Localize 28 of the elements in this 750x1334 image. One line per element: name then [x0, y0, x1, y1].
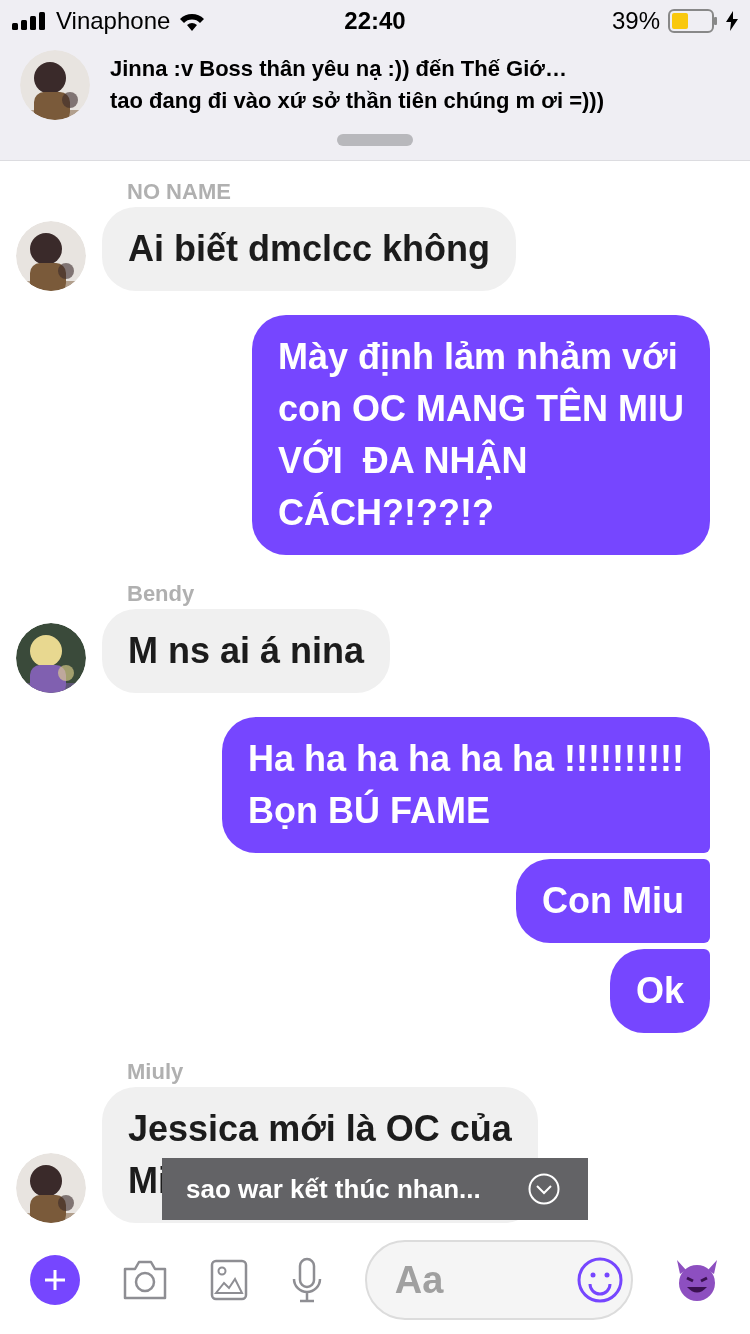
toast[interactable]: sao war kết thúc nhan...	[162, 1158, 588, 1220]
grabber-handle[interactable]	[337, 134, 413, 146]
plus-icon	[43, 1268, 67, 1292]
sender-name: NO NAME	[127, 179, 232, 205]
message-bubble: Ok	[609, 949, 710, 1033]
chevron-down-icon	[528, 1173, 560, 1205]
clock: 22:40	[344, 6, 406, 36]
smiley-icon[interactable]	[576, 1257, 623, 1303]
carrier-name: Vinaphone	[56, 6, 171, 36]
notification-title: Jinna :v Boss thân yêu nạ :)) đến Thế Giớ…	[110, 55, 568, 83]
message-input[interactable]: Aa	[394, 1251, 545, 1309]
signal-icon	[12, 12, 48, 30]
add-button[interactable]	[30, 1255, 80, 1305]
message-bubble: M ns ai á nina	[102, 609, 391, 693]
message-field[interactable]: Aa	[364, 1240, 633, 1320]
message-bubble: Con Miu	[516, 859, 710, 943]
message-bubble: Ha ha ha ha ha ha !!!!!!!!!! Bọn BÚ FAME	[222, 717, 710, 853]
image-icon[interactable]	[210, 1259, 249, 1301]
battery-icon	[668, 9, 718, 33]
message-bubble: Mày định lảm nhảm với con OC MANG TÊN MIU VỚI ĐA NHẬN CÁCH?!??!?	[252, 315, 710, 555]
toast-text: sao war kết thúc nhan...	[186, 1172, 481, 1206]
charging-icon	[726, 11, 738, 31]
wifi-icon	[178, 11, 207, 31]
notification-body: tao đang đi vào xứ sở thần tiên chúng m ơi =)))	[110, 87, 604, 115]
battery-percent: 39%	[611, 6, 660, 36]
message-bubble: Ai biết dmclcc không	[102, 207, 517, 291]
sender-name: Miuly	[127, 1059, 185, 1085]
sender-name: Bendy	[127, 581, 196, 607]
